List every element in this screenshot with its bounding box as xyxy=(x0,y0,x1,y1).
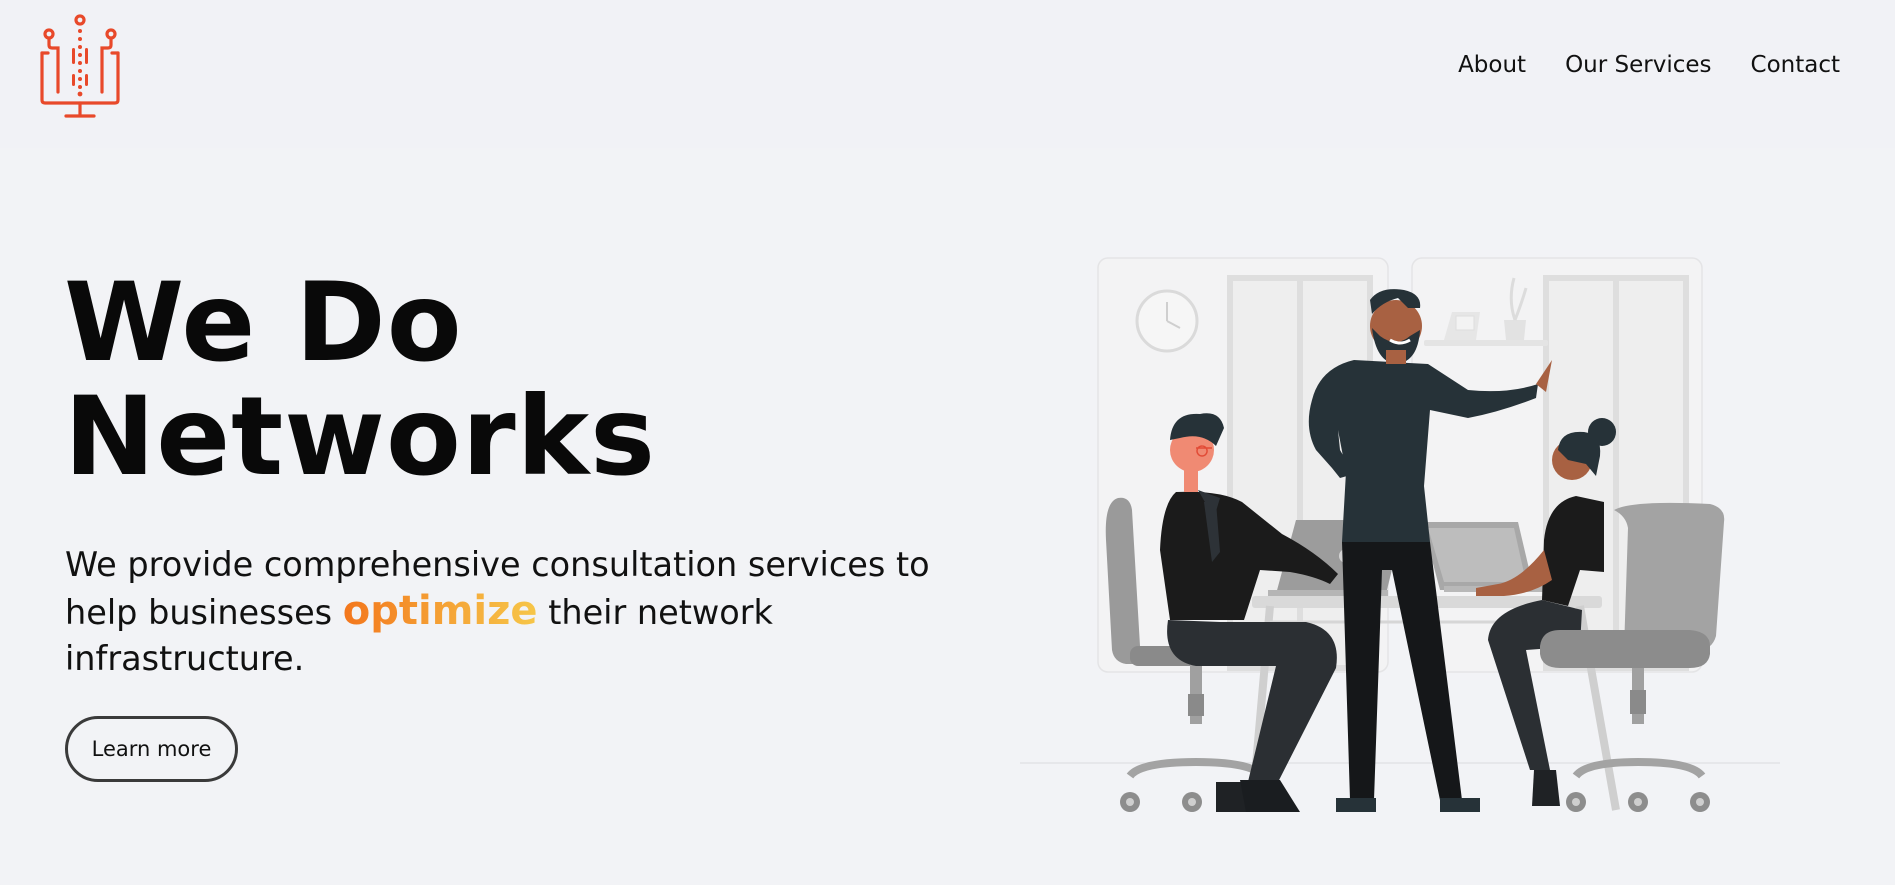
hero-title-line1: We Do xyxy=(64,259,463,386)
hero-description: We provide comprehensive consultation se… xyxy=(65,542,965,682)
network-monitor-icon[interactable] xyxy=(36,12,124,122)
learn-more-button[interactable]: Learn more xyxy=(65,716,238,782)
nav-contact-link[interactable]: Contact xyxy=(1751,52,1840,78)
nav-our-services-link[interactable]: Our Services xyxy=(1565,52,1711,78)
hero-highlight-word: optimize xyxy=(342,588,538,634)
nav-about-link[interactable]: About xyxy=(1458,52,1526,78)
hero-title-line2: Networks xyxy=(64,373,656,500)
main-nav: About Our Services Contact xyxy=(1458,52,1840,78)
hero-title: We Do Networks xyxy=(64,266,656,494)
team-meeting-illustration xyxy=(1020,257,1780,812)
top-bar: About Our Services Contact xyxy=(0,0,1895,148)
